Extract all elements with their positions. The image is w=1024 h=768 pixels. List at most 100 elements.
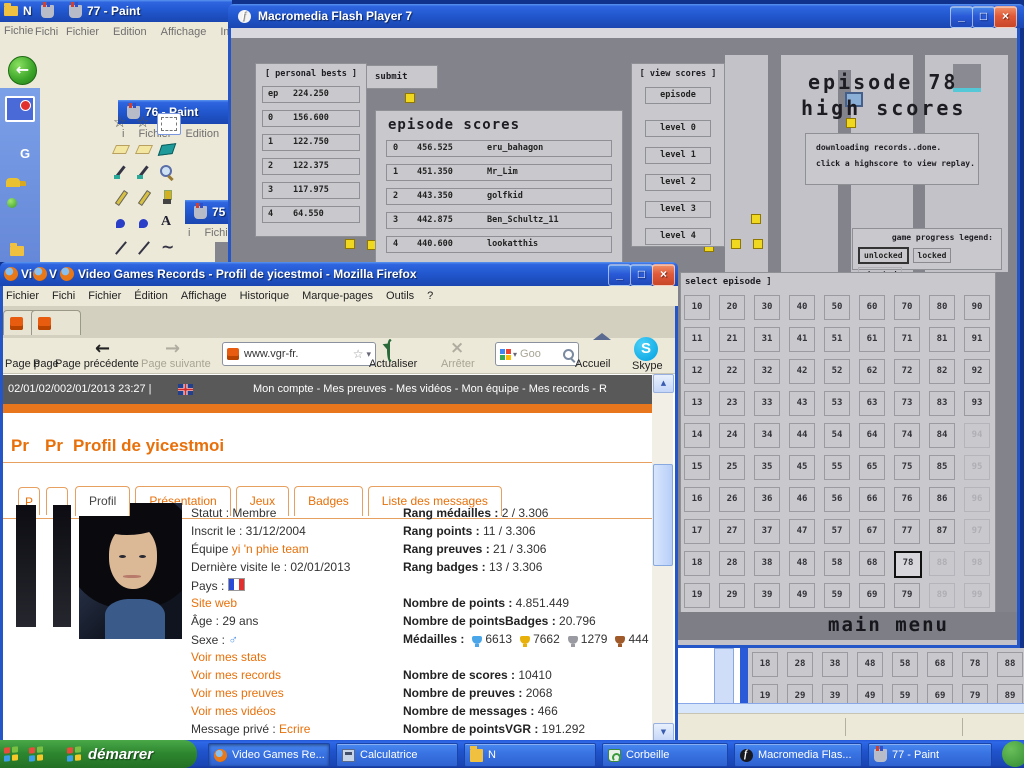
menu-item[interactable]: Fichier (204, 227, 228, 239)
episode-cell[interactable]: 94 (964, 423, 990, 448)
episode-cell[interactable]: 88 (997, 652, 1023, 677)
view-scores-button[interactable]: episode (645, 87, 711, 104)
paint-tool-line-icon[interactable] (134, 238, 154, 259)
episode-cell[interactable]: 95 (964, 455, 990, 480)
profile-link[interactable]: Voir mes stats (191, 650, 266, 664)
episode-cell[interactable]: 54 (824, 423, 850, 448)
episode-cell[interactable]: 38 (822, 652, 848, 677)
episode-cell[interactable]: 89 (997, 684, 1023, 703)
episode-cell[interactable]: 79 (894, 583, 920, 608)
paint-tool-spray-icon[interactable] (134, 213, 154, 234)
episode-cell[interactable]: 80 (929, 295, 955, 320)
taskbar-button[interactable]: N (464, 743, 596, 767)
episode-cell[interactable]: 55 (824, 455, 850, 480)
episode-cell[interactable]: 96 (964, 487, 990, 512)
episode-cell[interactable]: 52 (824, 359, 850, 384)
episode-cell[interactable]: 27 (719, 519, 745, 544)
episode-cell[interactable]: 17 (684, 519, 710, 544)
episode-cell[interactable]: 68 (859, 551, 885, 576)
episode-cell[interactable]: 12 (684, 359, 710, 384)
vertical-scrollbar[interactable]: ▲ ▼ (652, 374, 673, 740)
paint-tool-textA-icon[interactable] (157, 213, 177, 234)
episode-cell[interactable]: 44 (789, 423, 815, 448)
paint-tool-select-icon[interactable] (157, 113, 181, 135)
episode-cell[interactable]: 19 (752, 684, 778, 703)
episode-cell[interactable]: 35 (754, 455, 780, 480)
episode-cell[interactable]: 53 (824, 391, 850, 416)
episode-score-row[interactable]: 4440.600lookatthis (386, 236, 612, 253)
episode-cell[interactable]: 73 (894, 391, 920, 416)
scrollbar-thumb[interactable] (653, 464, 673, 566)
menu-item[interactable]: Édition (134, 290, 168, 302)
episode-cell[interactable]: 76 (894, 487, 920, 512)
paint-tool-fill-icon[interactable] (157, 138, 177, 159)
maximize-button[interactable]: □ (972, 6, 995, 28)
episode-cell[interactable]: 50 (824, 295, 850, 320)
episode-cell[interactable]: 86 (929, 487, 955, 512)
episode-cell[interactable]: 79 (962, 684, 988, 703)
url-bar[interactable]: www.vgr-fr. ☆ ▾ (222, 342, 376, 366)
skype-icon[interactable]: S (634, 337, 658, 361)
start-button[interactable]: démarrer (59, 740, 197, 768)
menu-item[interactable]: Fichier (88, 290, 121, 302)
episode-cell[interactable]: 58 (892, 652, 918, 677)
submit-button[interactable]: submit (366, 65, 438, 89)
image-file-icon[interactable] (5, 96, 35, 122)
episode-cell[interactable]: 22 (719, 359, 745, 384)
view-scores-button[interactable]: level 2 (645, 174, 711, 191)
episode-cell[interactable]: 48 (789, 551, 815, 576)
episode-cell[interactable]: 14 (684, 423, 710, 448)
episode-cell[interactable]: 20 (719, 295, 745, 320)
episode-cell[interactable]: 10 (684, 295, 710, 320)
view-scores-button[interactable]: level 0 (645, 120, 711, 137)
episode-cell[interactable]: 30 (754, 295, 780, 320)
episode-cell[interactable]: 13 (684, 391, 710, 416)
minimize-button[interactable]: _ (950, 6, 973, 28)
episode-cell[interactable]: 93 (964, 391, 990, 416)
episode-cell[interactable]: 39 (754, 583, 780, 608)
episode-cell[interactable]: 70 (894, 295, 920, 320)
close-button[interactable]: × (994, 6, 1017, 28)
back-icon[interactable]: ← (95, 338, 110, 359)
forward-icon[interactable]: → (165, 338, 180, 359)
episode-cell[interactable]: 87 (929, 519, 955, 544)
profile-link[interactable]: yi 'n phie team (232, 542, 309, 556)
paint-tool-star-icon[interactable] (111, 113, 131, 134)
taskbar-button[interactable]: Macromedia Flas... (734, 743, 862, 767)
episode-cell[interactable]: 85 (929, 455, 955, 480)
tab-fragment[interactable] (31, 310, 81, 335)
episode-cell[interactable]: 49 (857, 684, 883, 703)
profile-link[interactable]: Voir mes preuves (191, 686, 284, 700)
maximize-button[interactable]: □ (630, 264, 653, 286)
episode-cell[interactable]: 21 (719, 327, 745, 352)
episode-cell[interactable]: 11 (684, 327, 710, 352)
paint-tool-curve-icon[interactable] (157, 238, 177, 259)
episode-cell[interactable]: 29 (787, 684, 813, 703)
view-scores-button[interactable]: level 4 (645, 228, 711, 245)
refresh-label[interactable]: Actualiser (369, 358, 417, 370)
menu-item[interactable]: Fichie (4, 25, 33, 37)
menu-item[interactable]: Affichage (181, 290, 227, 302)
taskbar-button[interactable]: Video Games Re... (208, 743, 330, 767)
scroll-up-icon[interactable]: ▲ (653, 374, 674, 393)
episode-cell[interactable]: 49 (789, 583, 815, 608)
tab-profil[interactable]: Profil (75, 486, 130, 516)
episode-cell[interactable]: 37 (754, 519, 780, 544)
episode-cell[interactable]: 29 (719, 583, 745, 608)
menu-item-fragment[interactable]: Fichi (35, 26, 58, 38)
episode-score-row[interactable]: 1451.350Mr_Lim (386, 164, 612, 181)
episode-cell[interactable]: 31 (754, 327, 780, 352)
episode-cell[interactable]: 58 (824, 551, 850, 576)
episode-cell[interactable]: 74 (894, 423, 920, 448)
paint-tool-star-icon[interactable] (134, 113, 154, 134)
episode-cell[interactable]: 18 (684, 551, 710, 576)
taskbar-button[interactable]: Calculatrice (336, 743, 458, 767)
episode-cell[interactable]: 24 (719, 423, 745, 448)
menu-item[interactable]: Marque-pages (302, 290, 373, 302)
paint-tool-dropper-icon[interactable] (111, 163, 131, 184)
episode-cell[interactable]: 41 (789, 327, 815, 352)
episode-cell[interactable]: 65 (859, 455, 885, 480)
episode-cell[interactable]: 89 (929, 583, 955, 608)
episode-cell[interactable]: 47 (789, 519, 815, 544)
menu-item[interactable]: Fichier (66, 26, 99, 38)
